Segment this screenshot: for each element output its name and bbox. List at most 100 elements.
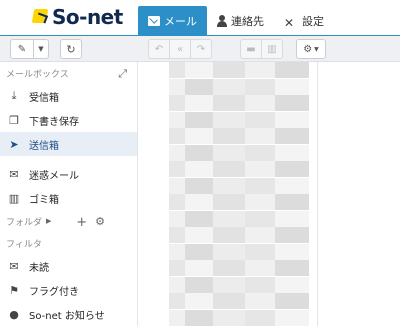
blurred-cell <box>185 177 213 194</box>
blurred-cell <box>275 144 309 161</box>
trash-icon: ▥ <box>8 191 20 205</box>
sidebar-item-spam[interactable]: ✉ 迷惑メール <box>0 162 137 186</box>
list-item[interactable] <box>139 78 317 95</box>
info-icon: ● <box>9 307 19 321</box>
blurred-cell <box>245 161 275 177</box>
blurred-cell <box>275 161 309 177</box>
blurred-cell <box>275 243 309 260</box>
blurred-cell <box>275 276 309 293</box>
list-item[interactable] <box>139 111 317 128</box>
blurred-cell <box>169 293 185 309</box>
blurred-cell <box>169 78 185 95</box>
list-item[interactable] <box>139 194 317 210</box>
delete-button[interactable]: ▥ <box>261 39 283 59</box>
blurred-cell <box>213 276 245 293</box>
blurred-cell <box>185 111 213 128</box>
blurred-cell <box>275 62 309 78</box>
tab-settings[interactable]: ✕ 設定 <box>274 6 334 36</box>
folders-header-label: フォルダ <box>6 217 43 228</box>
gear-icon[interactable]: ⚙ <box>95 215 105 230</box>
reply-all-button[interactable]: « <box>169 39 191 59</box>
blurred-cell <box>275 111 309 128</box>
tab-contacts[interactable]: 連絡先 <box>207 6 274 36</box>
list-item[interactable] <box>139 62 317 78</box>
trash-icon: ▥ <box>267 43 277 55</box>
sidebar-item-unread[interactable]: ✉ 未読 <box>0 254 137 278</box>
mail-icon <box>148 16 160 26</box>
list-item[interactable] <box>139 210 317 227</box>
expand-arrows-icon[interactable]: ⤢ <box>118 67 127 81</box>
compose-button-group: ✎ ▼ <box>10 39 49 59</box>
drafts-icon: ❐ <box>9 113 19 127</box>
blurred-cell <box>245 227 275 243</box>
sidebar-item-so-net-info[interactable]: ● So-net お知らせ <box>0 302 137 326</box>
manage-button-group: ▬ ▥ <box>240 39 283 59</box>
blurred-cell <box>275 293 309 309</box>
blurred-cell <box>169 194 185 210</box>
blurred-cell <box>169 309 185 326</box>
message-list[interactable] <box>139 62 317 326</box>
add-folder-icon[interactable]: + <box>76 215 87 230</box>
filters-section-header: フィルタ <box>0 232 137 254</box>
list-item[interactable] <box>139 243 317 260</box>
blurred-cell <box>185 161 213 177</box>
blurred-cell <box>185 276 213 293</box>
list-item[interactable] <box>139 144 317 161</box>
blurred-cell <box>169 276 185 293</box>
list-item[interactable] <box>139 95 317 111</box>
main-tabs: メール 連絡先 ✕ 設定 <box>138 6 334 36</box>
blurred-cell <box>169 161 185 177</box>
sidebar-item-flagged[interactable]: ⚑ フラグ付き <box>0 278 137 302</box>
flag-icon: ⚑ <box>9 283 19 297</box>
mailbox-section-header: メールボックス ⤢ <box>0 62 137 84</box>
blurred-cell <box>213 128 245 144</box>
sidebar-item-inbox[interactable]: ⤓ 受信箱 <box>0 84 137 108</box>
list-item[interactable] <box>139 177 317 194</box>
blurred-cell <box>185 243 213 260</box>
so-net-logo[interactable]: So-net <box>32 5 123 29</box>
blurred-cell <box>185 210 213 227</box>
compose-dropdown-button[interactable]: ▼ <box>33 39 49 59</box>
list-item[interactable] <box>139 276 317 293</box>
sidebar-item-sent[interactable]: ➤ 送信箱 <box>0 132 137 156</box>
blurred-cell <box>275 78 309 95</box>
blurred-cell <box>275 177 309 194</box>
list-item[interactable] <box>139 161 317 177</box>
blurred-cell <box>245 260 275 276</box>
refresh-button[interactable]: ↻ <box>60 39 82 59</box>
blurred-cell <box>213 62 245 78</box>
forward-button[interactable]: ↷ <box>190 39 212 59</box>
blurred-cell <box>185 309 213 326</box>
blurred-cell <box>245 243 275 260</box>
inbox-icon: ⤓ <box>11 89 17 102</box>
blurred-cell <box>185 78 213 95</box>
caret-down-icon: ▼ <box>38 45 44 53</box>
blurred-cell <box>213 210 245 227</box>
blurred-cell <box>275 227 309 243</box>
archive-button[interactable]: ▬ <box>240 39 262 59</box>
sidebar-item-drafts[interactable]: ❐ 下書き保存 <box>0 108 137 132</box>
blurred-cell <box>245 78 275 95</box>
blurred-cell <box>245 111 275 128</box>
tab-contacts-label: 連絡先 <box>231 15 264 28</box>
sidebar-item-trash[interactable]: ▥ ゴミ箱 <box>0 186 137 210</box>
more-options-button[interactable]: ⚙ ▼ <box>296 39 326 59</box>
list-item[interactable] <box>139 293 317 309</box>
list-item[interactable] <box>139 227 317 243</box>
app-header: So-net メール 連絡先 ✕ 設定 <box>0 0 400 36</box>
list-item[interactable] <box>139 128 317 144</box>
chevron-right-icon[interactable]: ▶ <box>46 217 51 225</box>
sidebar-item-label: So-net お知らせ <box>29 310 105 322</box>
blurred-cell <box>185 227 213 243</box>
list-item[interactable] <box>139 260 317 276</box>
compose-button[interactable]: ✎ <box>10 39 34 59</box>
tab-mail[interactable]: メール <box>138 6 207 36</box>
mailbox-header-label: メールボックス <box>6 69 69 80</box>
reply-icon: ↶ <box>154 43 164 55</box>
blurred-cell <box>213 161 245 177</box>
list-item[interactable] <box>139 309 317 326</box>
blurred-cell <box>185 194 213 210</box>
reply-button[interactable]: ↶ <box>148 39 170 59</box>
sidebar: メールボックス ⤢ ⤓ 受信箱 ❐ 下書き保存 ➤ 送信箱 ✉ 迷惑メール ▥ … <box>0 62 138 326</box>
blurred-cell <box>213 78 245 95</box>
